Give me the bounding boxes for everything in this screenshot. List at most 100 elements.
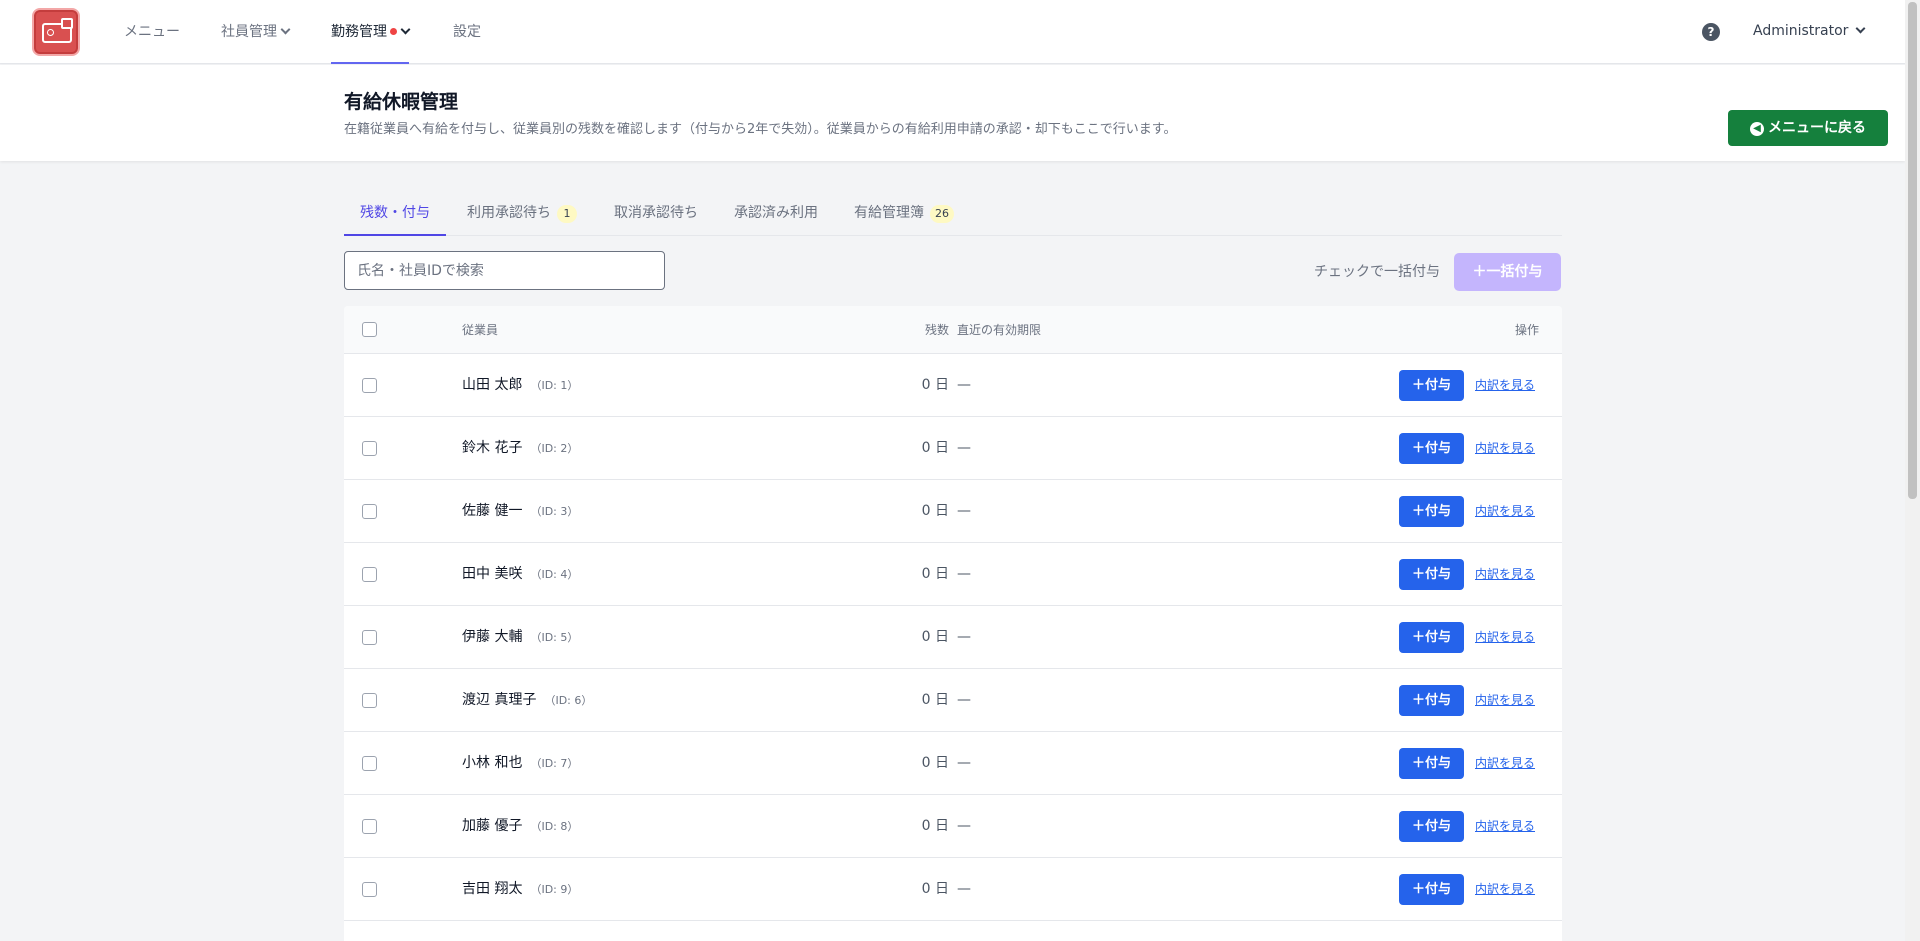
page-title: 有給休暇管理 [344, 91, 459, 113]
employee-id: （ID: 9） [530, 883, 579, 896]
tab-balance-grant[interactable]: 残数・付与 [344, 193, 446, 236]
app-logo[interactable] [32, 8, 80, 56]
table-row: 鈴木 花子 （ID: 2） 0 日 — ＋付与 内訳を見る [344, 417, 1562, 480]
nav-attendance-management[interactable]: 勤務管理 [331, 0, 411, 64]
employee-name-cell: 伊藤 大輔 （ID: 5） [462, 606, 578, 669]
employee-id: （ID: 4） [530, 568, 579, 581]
remaining-days: 0 日 [921, 755, 949, 771]
remaining-days: 0 日 [921, 503, 949, 519]
grant-button[interactable]: ＋付与 [1399, 559, 1464, 590]
grant-button[interactable]: ＋付与 [1399, 496, 1464, 527]
row-checkbox[interactable] [362, 819, 377, 834]
column-employee: 従業員 [462, 323, 499, 337]
plus-icon: ＋ [1411, 882, 1425, 897]
help-icon[interactable]: ? [1702, 23, 1720, 41]
view-details-link[interactable]: 内訳を見る [1475, 795, 1535, 858]
grant-button[interactable]: ＋付与 [1399, 811, 1464, 842]
nav-menu[interactable]: メニュー [124, 0, 180, 64]
row-checkbox[interactable] [362, 378, 377, 393]
grant-button[interactable]: ＋付与 [1399, 685, 1464, 716]
plus-icon: ＋ [1411, 378, 1425, 393]
employee-name: 吉田 翔太 [462, 881, 523, 897]
expiry-date: — [957, 755, 971, 771]
expiry-date: — [957, 566, 971, 582]
bulk-grant-hint: チェックで一括付与 [1314, 264, 1440, 280]
grant-button[interactable]: ＋付与 [1399, 874, 1464, 905]
remaining-days: 0 日 [921, 818, 949, 834]
user-menu[interactable]: Administrator [1753, 0, 1866, 64]
employee-name-cell: 鈴木 花子 （ID: 2） [462, 417, 578, 480]
table-row: 山田 太郎 （ID: 1） 0 日 — ＋付与 内訳を見る [344, 354, 1562, 417]
expiry-date: — [957, 629, 971, 645]
view-details-link[interactable]: 内訳を見る [1475, 480, 1535, 543]
employee-name: 山田 太郎 [462, 377, 523, 393]
view-details-link[interactable]: 内訳を見る [1475, 606, 1535, 669]
employee-table: 従業員 残数 直近の有効期限 操作 山田 太郎 （ID: 1） 0 日 — ＋付与 内訳を… [344, 306, 1562, 941]
row-checkbox[interactable] [362, 882, 377, 897]
row-checkbox[interactable] [362, 567, 377, 582]
employee-id: （ID: 3） [530, 505, 579, 518]
row-checkbox[interactable] [362, 693, 377, 708]
bulk-grant-button[interactable]: ＋一括付与 [1454, 253, 1561, 291]
column-expiry: 直近の有効期限 [957, 323, 1042, 337]
remaining-days: 0 日 [921, 566, 949, 582]
view-details-link[interactable]: 内訳を見る [1475, 354, 1535, 417]
column-actions: 操作 [1514, 323, 1539, 337]
employee-id: （ID: 1） [530, 379, 579, 392]
view-details-link[interactable]: 内訳を見る [1475, 669, 1535, 732]
plus-icon: ＋ [1411, 630, 1425, 645]
view-details-link[interactable]: 内訳を見る [1475, 417, 1535, 480]
top-nav: メニュー 社員管理 勤務管理 設定 ? Administrator [0, 0, 1905, 64]
remaining-days: 0 日 [921, 881, 949, 897]
employee-name: 伊藤 大輔 [462, 629, 523, 645]
scrollbar-thumb[interactable] [1908, 2, 1917, 499]
table-header: 従業員 残数 直近の有効期限 操作 [344, 306, 1562, 354]
employee-name: 渡辺 真理子 [462, 692, 537, 708]
nav-settings[interactable]: 設定 [453, 0, 481, 64]
chevron-down-icon [400, 24, 411, 35]
employee-name-cell: 加藤 優子 （ID: 8） [462, 795, 578, 858]
tab-leave-register[interactable]: 有給管理簿 26 [854, 193, 954, 236]
row-checkbox[interactable] [362, 630, 377, 645]
grant-button[interactable]: ＋付与 [1399, 622, 1464, 653]
tab-approved-usage[interactable]: 承認済み利用 [734, 193, 818, 236]
employee-name-cell: 吉田 翔太 （ID: 9） [462, 858, 578, 921]
search-input[interactable] [344, 251, 665, 290]
view-details-link[interactable]: 内訳を見る [1475, 732, 1535, 795]
remaining-days: 0 日 [921, 377, 949, 393]
view-details-link[interactable]: 内訳を見る [1475, 858, 1535, 921]
nav-employee-management[interactable]: 社員管理 [221, 0, 291, 64]
expiry-date: — [957, 881, 971, 897]
remaining-days: 0 日 [921, 440, 949, 456]
select-all-checkbox[interactable] [362, 322, 377, 337]
plus-icon: ＋ [1411, 756, 1425, 771]
employee-id: （ID: 7） [530, 757, 579, 770]
view-details-link[interactable]: 内訳を見る [1475, 543, 1535, 606]
grant-button[interactable]: ＋付与 [1399, 370, 1464, 401]
page-header: 有給休暇管理 在籍従業員へ有給を付与し、従業員別の残数を確認します（付与から2年… [0, 65, 1905, 161]
back-to-menu-button[interactable]: ◀ メニューに戻る [1728, 110, 1888, 146]
table-row: 加藤 優子 （ID: 8） 0 日 — ＋付与 内訳を見る [344, 795, 1562, 858]
row-checkbox[interactable] [362, 504, 377, 519]
chevron-down-icon [280, 24, 291, 35]
row-checkbox[interactable] [362, 441, 377, 456]
plus-icon: ＋ [1472, 264, 1487, 280]
grant-button[interactable]: ＋付与 [1399, 748, 1464, 779]
employee-id: （ID: 6） [544, 694, 593, 707]
row-checkbox[interactable] [362, 756, 377, 771]
scrollbar[interactable] [1905, 0, 1920, 941]
employee-id: （ID: 2） [530, 442, 579, 455]
employee-name-cell: 佐藤 健一 （ID: 3） [462, 480, 578, 543]
employee-name: 小林 和也 [462, 755, 523, 771]
employee-name: 佐藤 健一 [462, 503, 523, 519]
remaining-days: 0 日 [921, 692, 949, 708]
page-description: 在籍従業員へ有給を付与し、従業員別の残数を確認します（付与から2年で失効）。従業… [344, 122, 1177, 137]
table-row: 田中 美咲 （ID: 4） 0 日 — ＋付与 内訳を見る [344, 543, 1562, 606]
table-row: 吉田 翔太 （ID: 9） 0 日 — ＋付与 内訳を見る [344, 858, 1562, 921]
tab-usage-pending[interactable]: 利用承認待ち 1 [467, 193, 577, 236]
expiry-date: — [957, 377, 971, 393]
tab-cancel-pending[interactable]: 取消承認待ち [614, 193, 698, 236]
notification-dot [390, 28, 397, 35]
table-row: 伊藤 大輔 （ID: 5） 0 日 — ＋付与 内訳を見る [344, 606, 1562, 669]
grant-button[interactable]: ＋付与 [1399, 433, 1464, 464]
